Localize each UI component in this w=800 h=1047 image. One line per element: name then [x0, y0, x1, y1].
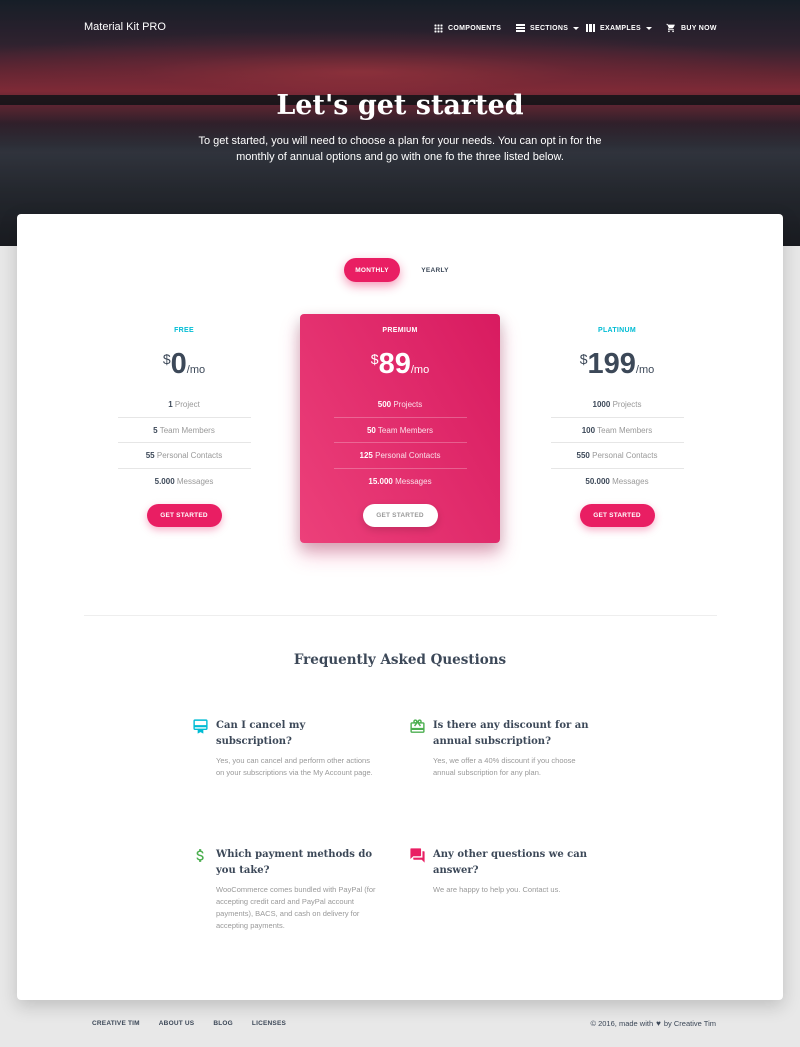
heart-icon: ♥ — [656, 1019, 661, 1028]
price-currency: $ — [370, 351, 379, 367]
plan-price: $0/mo — [84, 348, 284, 382]
faq-item: Which payment methods do you take? WooCo… — [192, 847, 377, 932]
apps-grid-icon — [434, 23, 443, 33]
page-subtitle: To get started, you will need to choose … — [198, 135, 602, 163]
nav-buy-now-label: BUY NOW — [681, 24, 717, 32]
feature-item: 50.000 Messages — [585, 476, 649, 486]
attach-money-icon — [196, 849, 204, 862]
footer-links: CREATIVE TIM ABOUT US BLOG LICENSES — [92, 1020, 286, 1027]
footer-link-licenses[interactable]: LICENSES — [252, 1020, 286, 1027]
price-period: /mo — [410, 364, 430, 376]
feature-item: 1000 Projects — [550, 392, 684, 418]
plan-features: 1 Project 5 Team Members 55 Personal Con… — [117, 392, 251, 494]
get-started-button-premium[interactable]: GET STARTED — [362, 504, 438, 527]
plan-card-premium: PREMIUM $89/mo 500 Projects 50 Team Memb… — [300, 314, 500, 543]
price-currency: $ — [579, 351, 588, 367]
plan-card-platinum: PLATINUM $199/mo 1000 Projects 100 Team … — [517, 314, 717, 527]
feature-item: 50 Team Members — [333, 418, 467, 443]
plan-features: 1000 Projects 100 Team Members 550 Perso… — [550, 392, 684, 494]
caret-down-icon — [573, 26, 580, 30]
faq-answer: Yes, we offer a 40% discount if you choo… — [433, 756, 576, 777]
plan-card-free: FREE $0/mo 1 Project 5 Team Members 55 P… — [84, 314, 284, 527]
price-amount: 0 — [170, 348, 187, 380]
shopping-cart-icon — [666, 23, 675, 33]
nav-examples-label: EXAMPLES — [600, 24, 641, 32]
get-started-button-free[interactable]: GET STARTED — [146, 504, 222, 527]
faq-question: Is there any discount for an annual subs… — [433, 720, 589, 747]
card-giftcard-icon — [410, 719, 425, 733]
view-carousel-icon — [586, 24, 595, 32]
plan-name: PREMIUM — [382, 327, 418, 334]
view-sections-icon — [516, 24, 525, 32]
nav-sections[interactable]: SECTIONS — [516, 21, 580, 35]
footer-link-creative-tim[interactable]: CREATIVE TIM — [92, 1020, 140, 1027]
plan-features: 500 Projects 50 Team Members 125 Persona… — [333, 392, 467, 494]
pricing-card-container: MONTHLY YEARLY FREE $0/mo 1 Project 5 Te… — [17, 214, 783, 1000]
footer-link-blog[interactable]: BLOG — [213, 1020, 233, 1027]
copyright-suffix[interactable]: by Creative Tim — [664, 1019, 716, 1028]
faq-item: Any other questions we can answer? We ar… — [409, 847, 594, 896]
billing-toggle: MONTHLY YEARLY — [344, 258, 464, 282]
faq-question: Which payment methods do you take? — [216, 849, 373, 876]
brand-logo[interactable]: Material Kit PRO — [84, 21, 166, 33]
price-period: /mo — [186, 364, 206, 376]
get-started-button-platinum[interactable]: GET STARTED — [579, 504, 655, 527]
plan-price: $89/mo — [300, 348, 500, 382]
nav-components-label: COMPONENTS — [448, 24, 502, 32]
feature-item: 15.000 Messages — [368, 476, 432, 486]
faq-question: Can I cancel my subscription? — [216, 720, 306, 747]
nav-examples[interactable]: EXAMPLES — [586, 21, 652, 35]
faq-answer: WooCommerce comes bundled with PayPal (f… — [216, 885, 376, 930]
faq-title: Frequently Asked Questions — [293, 652, 507, 668]
section-divider — [84, 615, 717, 616]
plan-name: PLATINUM — [597, 327, 637, 334]
price-amount: 199 — [587, 348, 636, 380]
faq-item: Can I cancel my subscription? Yes, you c… — [192, 718, 377, 779]
nav-components[interactable]: COMPONENTS — [434, 21, 501, 35]
copyright-prefix: © 2016, made with — [590, 1019, 654, 1028]
feature-item: 500 Projects — [333, 392, 467, 418]
nav-buy-now[interactable]: BUY NOW — [666, 21, 717, 35]
card-membership-icon — [193, 719, 208, 734]
plan-price: $199/mo — [517, 348, 717, 382]
faq-answer: Yes, you can cancel and perform other ac… — [216, 756, 373, 777]
feature-item: 100 Team Members — [550, 418, 684, 443]
feature-item: 5.000 Messages — [154, 476, 214, 486]
nav-sections-label: SECTIONS — [530, 24, 569, 32]
faq-answer: We are happy to help you. Contact us. — [433, 885, 561, 894]
faq-item: Is there any discount for an annual subs… — [409, 718, 594, 779]
feature-item: 550 Personal Contacts — [550, 443, 684, 469]
price-currency: $ — [162, 351, 171, 367]
price-amount: 89 — [378, 348, 411, 380]
caret-down-icon — [645, 26, 652, 30]
footer: CREATIVE TIM ABOUT US BLOG LICENSES © 20… — [0, 1010, 800, 1040]
copyright: © 2016, made with ♥ by Creative Tim — [590, 1019, 716, 1028]
feature-item: 125 Personal Contacts — [333, 443, 467, 469]
tab-monthly[interactable]: MONTHLY — [344, 258, 400, 282]
price-period: /mo — [635, 364, 655, 376]
plan-name: FREE — [174, 327, 194, 334]
question-answer-icon — [410, 848, 425, 863]
feature-item: 1 Project — [117, 392, 251, 418]
tab-yearly[interactable]: YEARLY — [406, 258, 464, 282]
faq-question: Any other questions we can answer? — [433, 849, 588, 876]
page-title: Let's get started — [276, 90, 524, 121]
footer-link-about-us[interactable]: ABOUT US — [159, 1020, 195, 1027]
feature-item: 55 Personal Contacts — [117, 443, 251, 469]
navbar: Material Kit PRO COMPONENTS SECTIONS EXA… — [0, 0, 800, 56]
feature-item: 5 Team Members — [117, 418, 251, 443]
